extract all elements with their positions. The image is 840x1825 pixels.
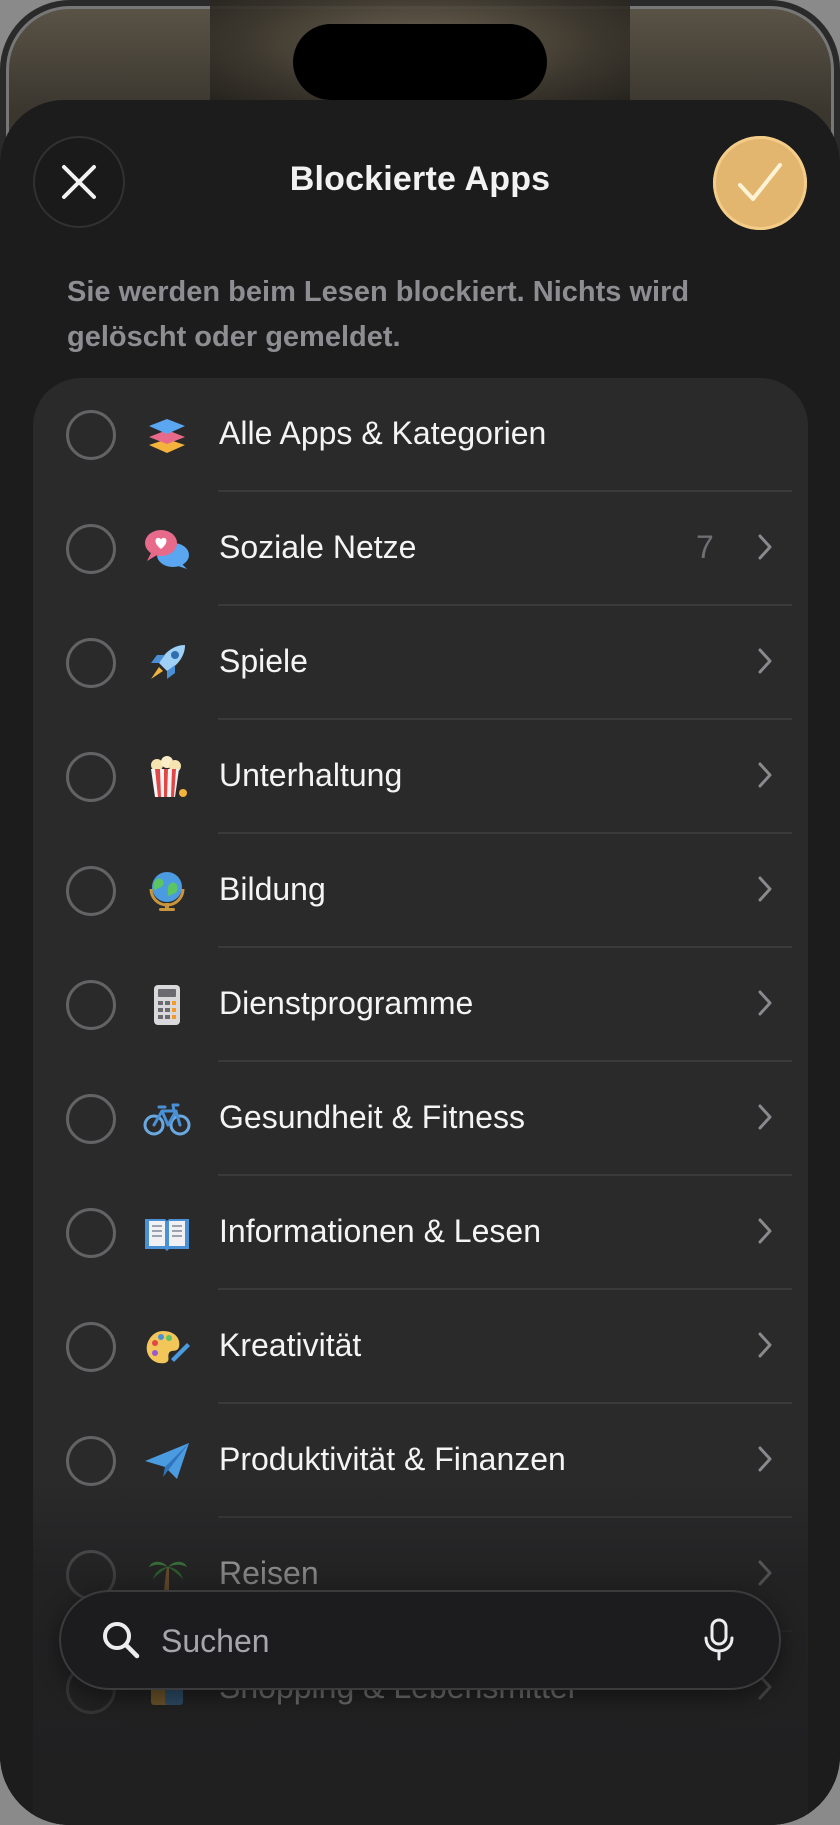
confirm-button[interactable]	[713, 136, 807, 230]
category-label: Reisen	[219, 1555, 319, 1591]
blocked-apps-sheet: Blockierte Apps Sie werden beim Lesen bl…	[0, 100, 840, 1825]
category-row-entertainment[interactable]: Unterhaltung	[33, 720, 808, 834]
select-radio[interactable]	[66, 752, 116, 802]
chevron-right-icon[interactable]	[753, 1325, 777, 1365]
chevron-right-icon[interactable]	[753, 755, 777, 795]
popcorn-icon	[143, 753, 191, 801]
search-bar[interactable]	[59, 1590, 781, 1690]
select-radio[interactable]	[66, 524, 116, 574]
category-row-productivity[interactable]: Produktivität & Finanzen	[33, 1404, 808, 1518]
chevron-right-icon[interactable]	[753, 1211, 777, 1251]
category-row-games[interactable]: Spiele	[33, 606, 808, 720]
chevron-right-icon[interactable]	[753, 1439, 777, 1479]
select-radio[interactable]	[66, 638, 116, 688]
category-row-all-apps[interactable]: Alle Apps & Kategorien	[33, 378, 808, 492]
category-row-utilities[interactable]: Dienstprogramme	[33, 948, 808, 1062]
category-row-info-reading[interactable]: Informationen & Lesen	[33, 1176, 808, 1290]
category-row-health-fitness[interactable]: Gesundheit & Fitness	[33, 1062, 808, 1176]
select-radio[interactable]	[66, 980, 116, 1030]
category-label: Bildung	[219, 871, 326, 907]
category-label: Gesundheit & Fitness	[219, 1099, 525, 1135]
sheet-description: Sie werden beim Lesen blockiert. Nichts …	[67, 276, 690, 353]
category-label: Informationen & Lesen	[219, 1213, 541, 1249]
category-label: Unterhaltung	[219, 757, 403, 793]
stack-icon	[143, 411, 191, 459]
select-radio[interactable]	[66, 866, 116, 916]
chevron-right-icon[interactable]	[753, 1097, 777, 1137]
category-label: Alle Apps & Kategorien	[219, 415, 547, 451]
chevron-right-icon[interactable]	[753, 869, 777, 909]
select-radio[interactable]	[66, 1436, 116, 1486]
select-radio[interactable]	[66, 1094, 116, 1144]
chevron-right-icon[interactable]	[753, 527, 777, 567]
search-icon	[101, 1620, 141, 1660]
rocket-icon	[143, 639, 191, 687]
category-label: Kreativität	[219, 1327, 362, 1363]
palette-icon	[143, 1323, 191, 1371]
phone-screen: Blockierte Apps Sie werden beim Lesen bl…	[0, 0, 840, 1825]
chevron-right-icon[interactable]	[753, 641, 777, 681]
category-label: Soziale Netze	[219, 529, 417, 565]
select-radio[interactable]	[66, 410, 116, 460]
calculator-icon	[143, 981, 191, 1029]
globe-icon	[143, 867, 191, 915]
search-input[interactable]	[159, 1614, 663, 1668]
selected-count: 7	[696, 529, 714, 565]
select-radio[interactable]	[66, 1208, 116, 1258]
category-label: Spiele	[219, 643, 308, 679]
book-icon	[143, 1209, 191, 1257]
category-row-creativity[interactable]: Kreativität	[33, 1290, 808, 1404]
paper-plane-icon	[143, 1437, 191, 1485]
dynamic-island	[293, 24, 547, 100]
category-row-social[interactable]: Soziale Netze 7	[33, 492, 808, 606]
category-label: Produktivität & Finanzen	[219, 1441, 566, 1477]
chevron-right-icon[interactable]	[753, 1553, 777, 1593]
microphone-icon[interactable]	[701, 1618, 737, 1662]
category-label: Dienstprogramme	[219, 985, 474, 1021]
select-radio[interactable]	[66, 1322, 116, 1372]
checkmark-icon	[736, 161, 784, 205]
category-row-education[interactable]: Bildung	[33, 834, 808, 948]
bicycle-icon	[143, 1095, 191, 1143]
speech-bubbles-icon	[143, 525, 191, 573]
chevron-right-icon[interactable]	[753, 983, 777, 1023]
